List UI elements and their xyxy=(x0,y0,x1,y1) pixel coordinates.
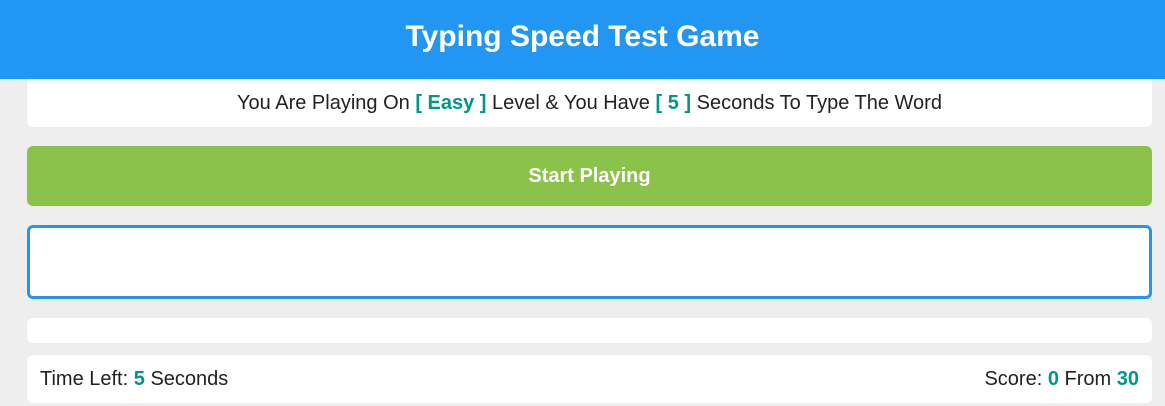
start-playing-button[interactable]: Start Playing xyxy=(27,146,1152,206)
message-middle: Level & You Have xyxy=(492,91,650,114)
score-from-label: From xyxy=(1064,367,1112,390)
word-input[interactable] xyxy=(27,225,1152,299)
seconds-value: [ 5 ] xyxy=(655,91,692,114)
time-left: Time Left: 5 Seconds xyxy=(40,368,228,391)
score: Score: 0 From 30 xyxy=(984,368,1139,391)
game-message: You Are Playing On [ Easy ] Level & You … xyxy=(27,79,1152,127)
score-value: 0 xyxy=(1047,367,1059,390)
upcoming-words xyxy=(27,318,1152,343)
message-prefix: You Are Playing On xyxy=(237,91,410,114)
game-control-bar: Time Left: 5 Seconds Score: 0 From 30 xyxy=(27,355,1152,403)
score-total: 30 xyxy=(1116,367,1139,390)
time-left-unit: Seconds xyxy=(150,367,229,390)
page-header: Typing Speed Test Game xyxy=(0,0,1165,79)
level-name: [ Easy ] xyxy=(415,91,487,114)
message-suffix: Seconds To Type The Word xyxy=(696,91,942,114)
page-title: Typing Speed Test Game xyxy=(405,19,760,53)
time-left-value: 5 xyxy=(133,367,145,390)
score-label: Score: xyxy=(984,367,1043,390)
time-left-label: Time Left: xyxy=(40,367,129,390)
